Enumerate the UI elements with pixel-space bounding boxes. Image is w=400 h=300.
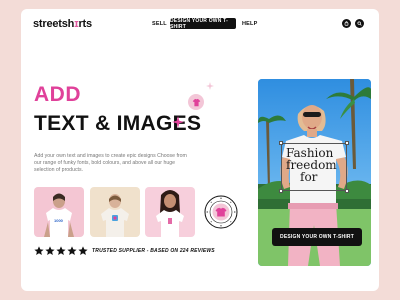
top-nav: streetshɪrts SELL DESIGN YOUR OWN T-SHIR… [21, 9, 379, 39]
nav-help-link[interactable]: HELP [242, 21, 257, 27]
sparkle-icon [172, 116, 184, 128]
shirt-badge-icon [188, 94, 204, 110]
hero-design-button[interactable]: DESIGN YOUR OWN T-SHIRT [272, 228, 362, 246]
product-thumbnail[interactable] [145, 187, 195, 237]
selection-box [281, 143, 347, 191]
shirt-print: 1000 [54, 218, 63, 223]
trust-text: TRUSTED SUPPLIER - BASED ON 224 REVIEWS [92, 248, 215, 254]
logo[interactable]: streetshɪrts [33, 18, 92, 30]
star-icon [56, 246, 66, 255]
page-card: streetshɪrts SELL DESIGN YOUR OWN T-SHIR… [21, 9, 379, 291]
star-icon [67, 246, 77, 255]
star-icon [78, 246, 88, 255]
seal-icon [204, 195, 238, 229]
hero-title-accent: ADD [34, 83, 81, 106]
resize-handle[interactable] [279, 141, 283, 145]
star-icon [45, 246, 55, 255]
rating-stars [34, 246, 88, 256]
resize-handle[interactable] [279, 189, 283, 193]
product-thumbnail[interactable]: 1000 [34, 187, 84, 237]
star-icon [34, 246, 44, 255]
resize-handle[interactable] [345, 141, 349, 145]
sparkle-icon [206, 82, 214, 90]
bag-icon[interactable] [342, 19, 351, 28]
nav-sell-link[interactable]: SELL [152, 21, 167, 27]
hero-description: Add your own text and images to create e… [34, 153, 187, 174]
nav-design-button[interactable]: DESIGN YOUR OWN T-SHIRT [170, 18, 236, 30]
product-thumbnail[interactable] [90, 187, 140, 237]
resize-handle[interactable] [345, 189, 349, 193]
search-icon[interactable] [355, 19, 364, 28]
